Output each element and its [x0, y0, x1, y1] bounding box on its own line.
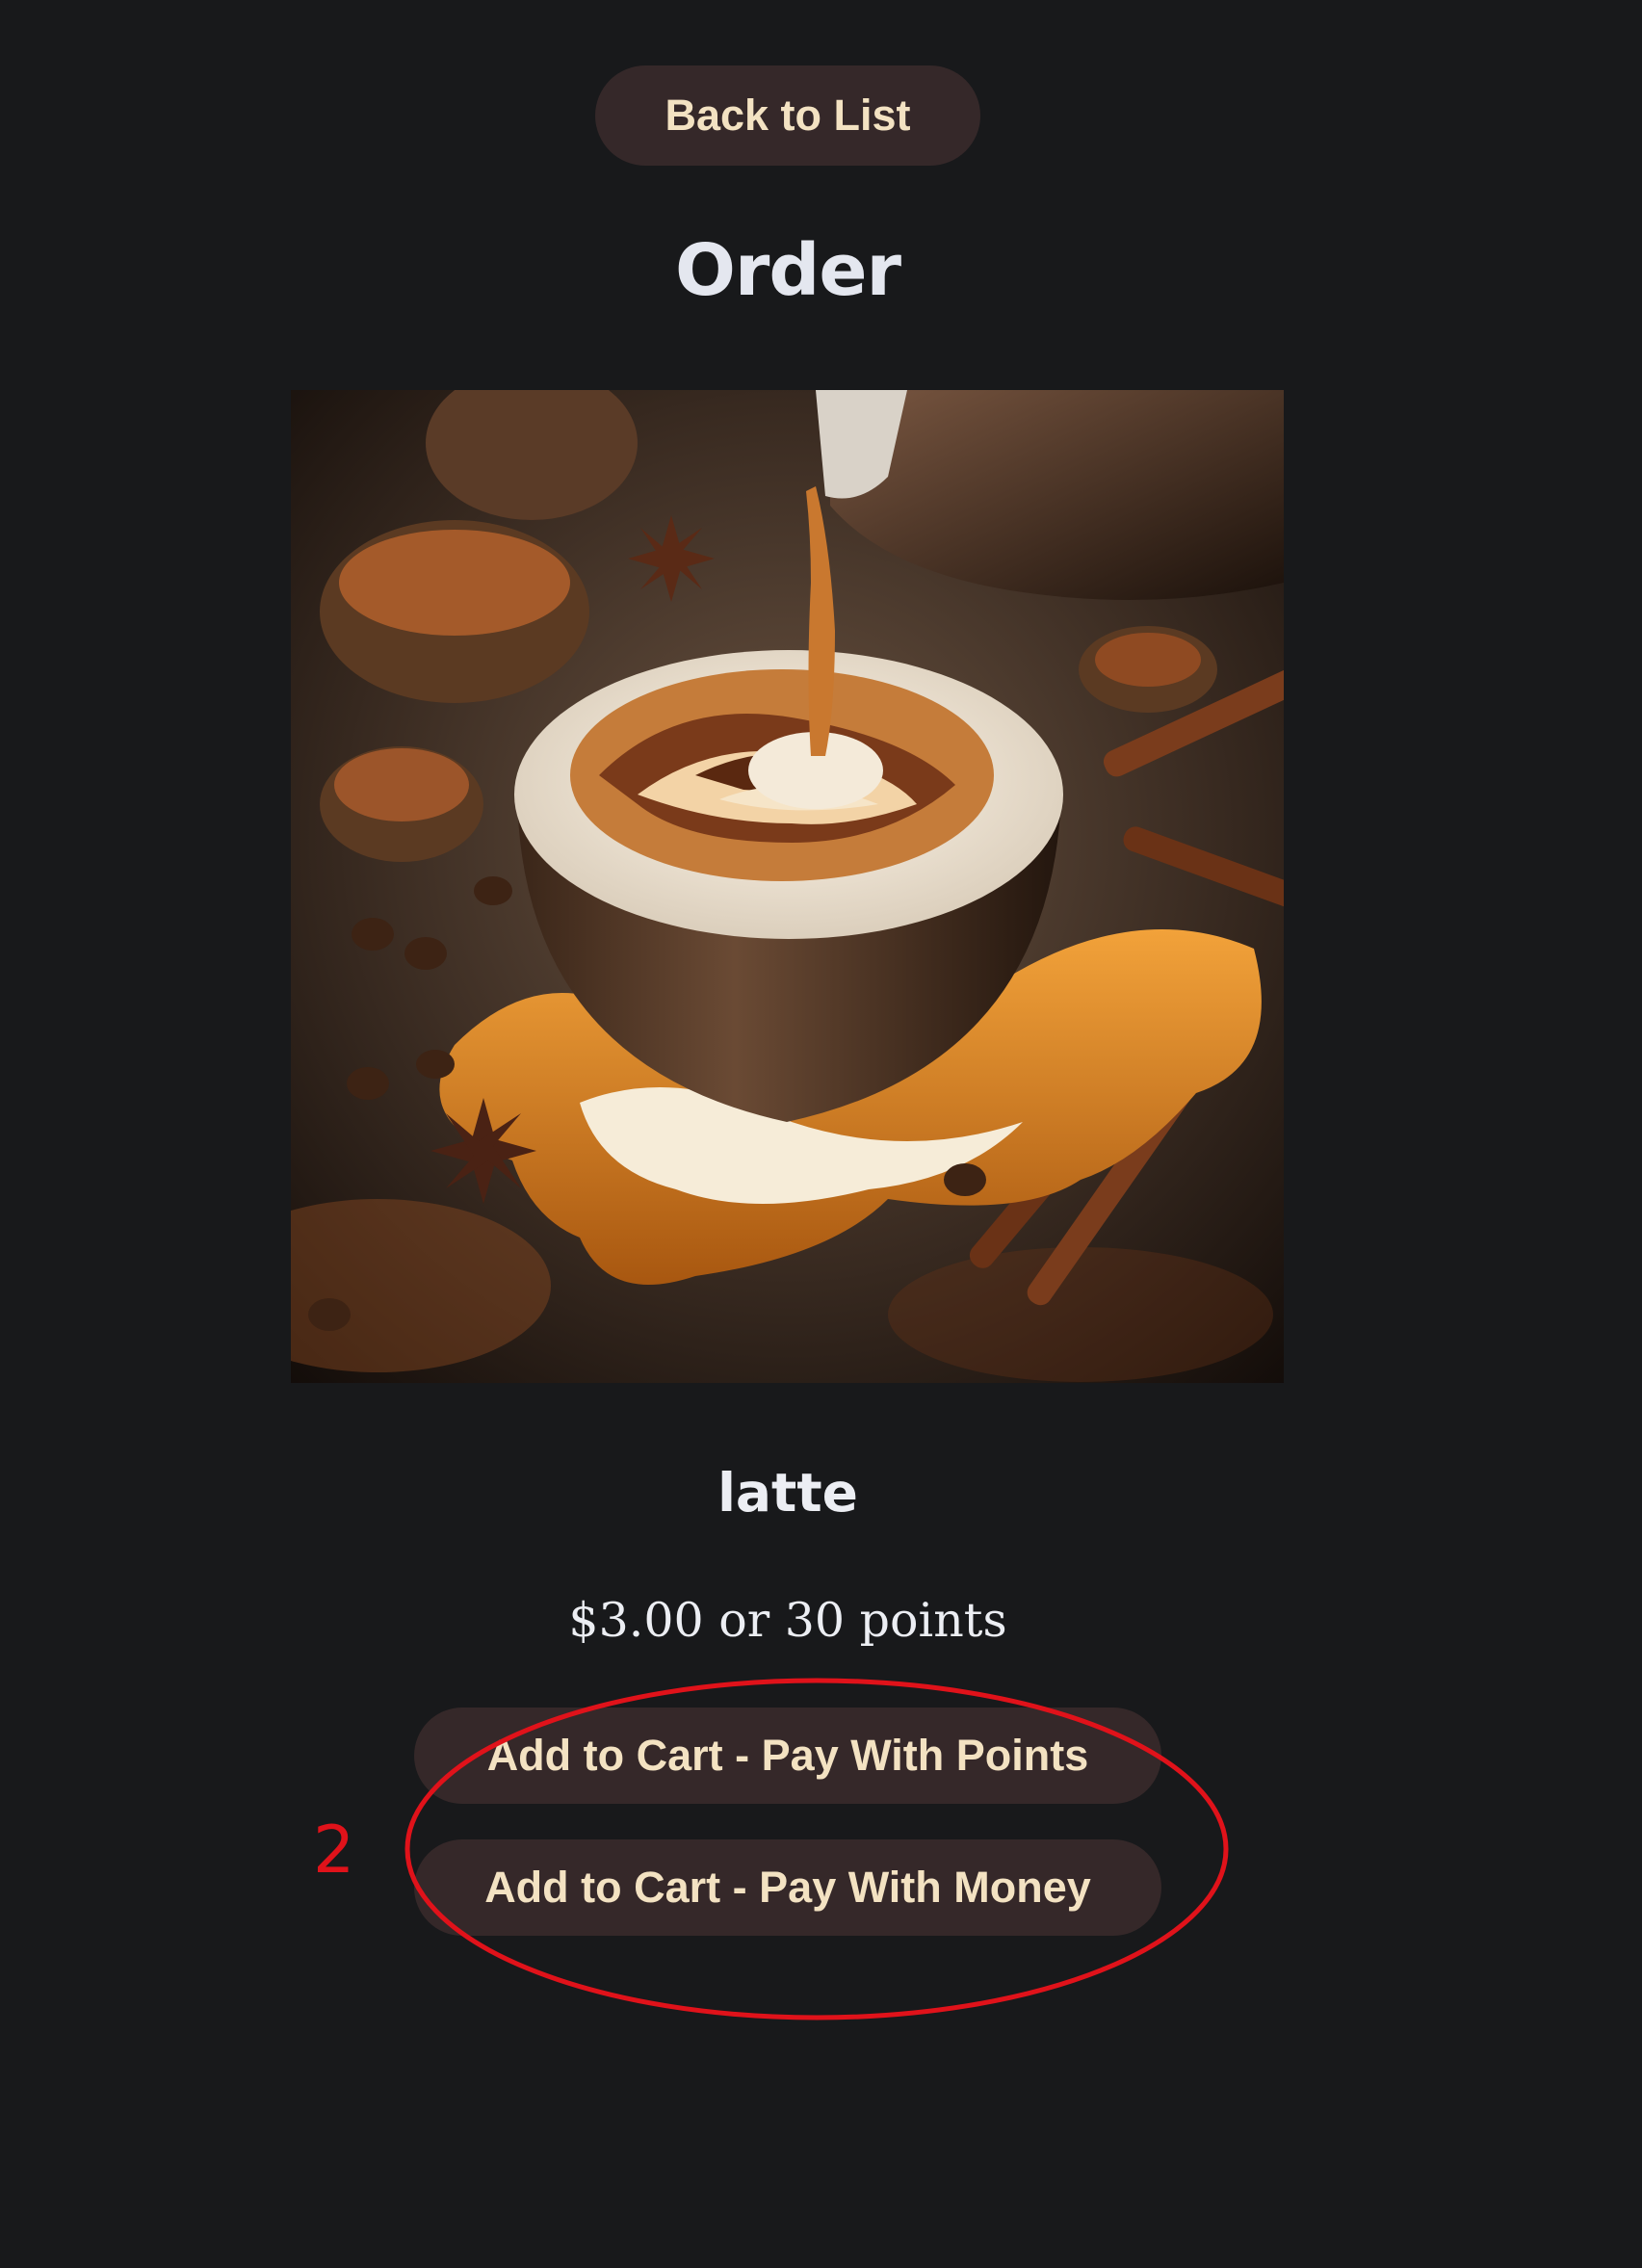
annotation-number: 2 — [313, 1812, 355, 1889]
product-price: $3.00 or 30 points — [568, 1593, 1007, 1648]
page-title: Order — [674, 229, 901, 312]
product-name: latte — [717, 1462, 858, 1524]
annotation-ellipse — [404, 1678, 1229, 2020]
back-to-list-button[interactable]: Back to List — [595, 65, 980, 166]
product-image — [291, 390, 1284, 1383]
